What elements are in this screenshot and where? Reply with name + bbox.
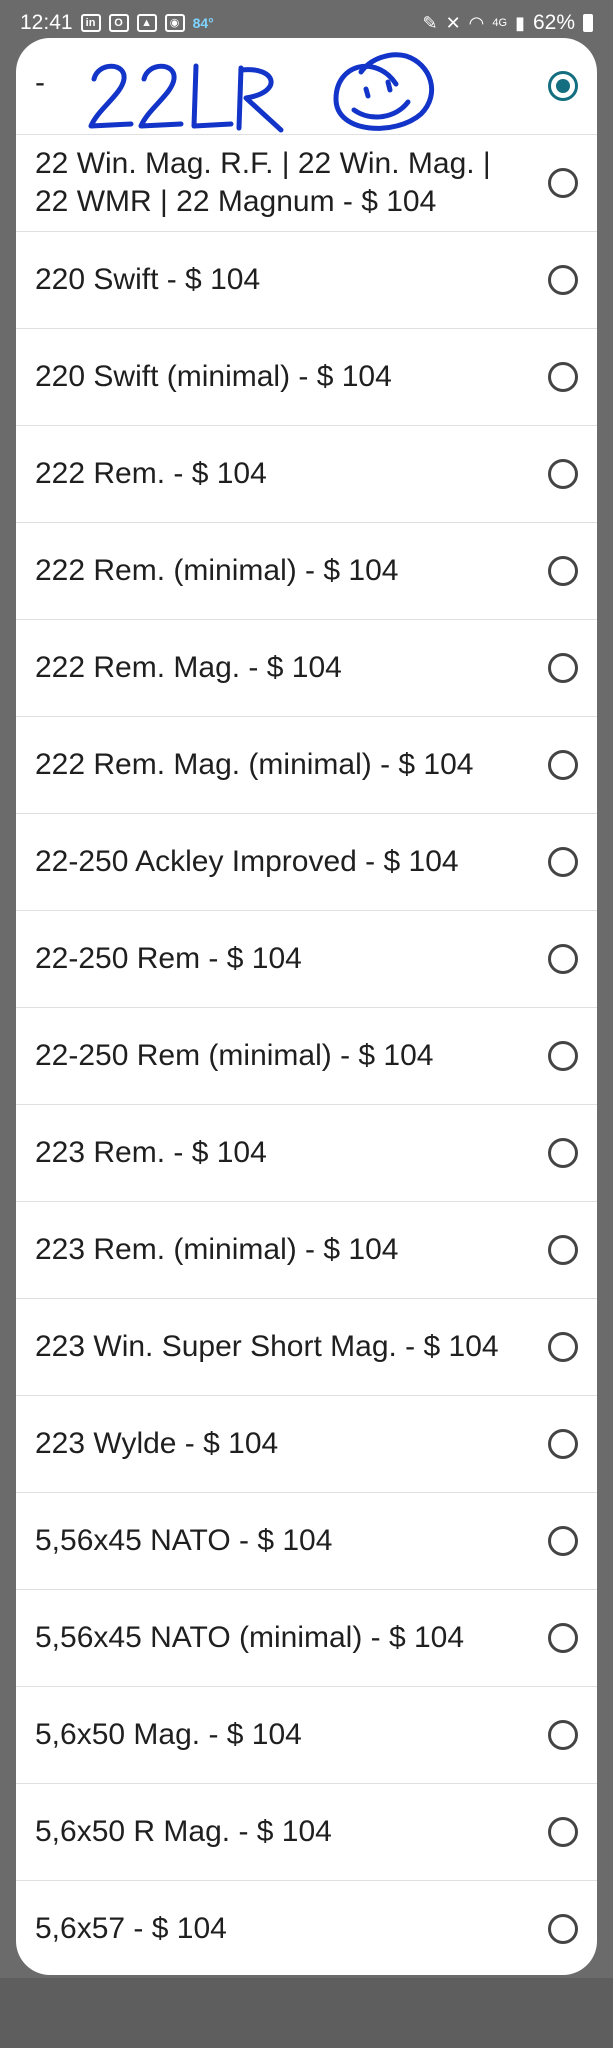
radio-button[interactable]: [548, 1041, 578, 1071]
radio-button[interactable]: [548, 750, 578, 780]
option-label: 223 Wylde - $ 104: [35, 1427, 279, 1460]
wifi-icon: ◠: [468, 13, 485, 33]
radio-button[interactable]: [548, 1138, 578, 1168]
option-item[interactable]: 5,6x50 R Mag. - $ 104: [16, 1784, 597, 1881]
option-label: 22-250 Ackley Improved - $ 104: [35, 845, 459, 878]
option-item[interactable]: 223 Rem. (minimal) - $ 104: [16, 1202, 597, 1299]
option-item[interactable]: 5,56x45 NATO - $ 104: [16, 1493, 597, 1590]
app-icon: ◉: [164, 14, 185, 32]
background-bar: [0, 1978, 613, 2048]
option-item[interactable]: 223 Rem. - $ 104: [16, 1105, 597, 1202]
radio-button[interactable]: [548, 1332, 578, 1362]
mute-icon: ✕: [445, 13, 461, 33]
radio-button[interactable]: [548, 653, 578, 683]
option-item[interactable]: 5,6x50 Mag. - $ 104: [16, 1687, 597, 1784]
radio-button[interactable]: [548, 1623, 578, 1653]
option-item[interactable]: 223 Win. Super Short Mag. - $ 104: [16, 1299, 597, 1396]
radio-button[interactable]: [548, 168, 578, 198]
gallery-icon: ▲: [136, 14, 157, 32]
option-label: 220 Swift (minimal) - $ 104: [35, 360, 392, 393]
option-item[interactable]: 222 Rem. Mag. (minimal) - $ 104: [16, 717, 597, 814]
option-label: 5,56x45 NATO - $ 104: [35, 1524, 333, 1557]
option-label: 22-250 Rem - $ 104: [35, 942, 302, 975]
option-label: 222 Rem. Mag. - $ 104: [35, 651, 342, 684]
option-label: 22 Win. Mag. R.F. | 22 Win. Mag. | 22 WM…: [35, 147, 491, 218]
option-dialog: - 22 Win. Mag. R.F. | 22 Win. Mag. | 22 …: [16, 38, 597, 1975]
status-time: 12:41: [20, 11, 73, 34]
radio-selected[interactable]: [548, 71, 578, 101]
option-label: 222 Rem. - $ 104: [35, 457, 267, 490]
option-item[interactable]: 22-250 Rem - $ 104: [16, 911, 597, 1008]
option-label: 223 Rem. - $ 104: [35, 1136, 267, 1169]
option-label: 5,6x50 R Mag. - $ 104: [35, 1815, 332, 1848]
option-label: 5,6x50 Mag. - $ 104: [35, 1718, 302, 1751]
option-item[interactable]: 220 Swift (minimal) - $ 104: [16, 329, 597, 426]
radio-button[interactable]: [548, 847, 578, 877]
battery-percent: 62%: [532, 11, 575, 34]
option-label: 223 Win. Super Short Mag. - $ 104: [35, 1330, 499, 1363]
option-label: 220 Swift - $ 104: [35, 263, 261, 296]
signal-icon: ▮: [515, 13, 525, 33]
option-label: 222 Rem. Mag. (minimal) - $ 104: [35, 748, 474, 781]
outlook-icon: O: [108, 14, 129, 32]
battery-icon: [583, 14, 593, 32]
temperature-label: 84°: [192, 15, 214, 31]
option-label: 223 Rem. (minimal) - $ 104: [35, 1233, 399, 1266]
radio-button[interactable]: [548, 1817, 578, 1847]
option-label: 5,56x45 NATO (minimal) - $ 104: [35, 1621, 465, 1654]
option-item[interactable]: 22 Win. Mag. R.F. | 22 Win. Mag. | 22 WM…: [16, 135, 597, 232]
handwritten-22lr-drawing: [88, 52, 435, 133]
option-item-selected[interactable]: -: [16, 38, 597, 135]
radio-button[interactable]: [548, 944, 578, 974]
option-item[interactable]: 5,56x45 NATO (minimal) - $ 104: [16, 1590, 597, 1687]
option-item[interactable]: 222 Rem. (minimal) - $ 104: [16, 523, 597, 620]
radio-button[interactable]: [548, 362, 578, 392]
option-label: 5,6x57 - $ 104: [35, 1912, 227, 1945]
status-left: 12:41 in O ▲ ◉ 84°: [20, 11, 214, 35]
radio-button[interactable]: [548, 1526, 578, 1556]
radio-button[interactable]: [548, 1720, 578, 1750]
option-item[interactable]: 5,6x57 - $ 104: [16, 1881, 597, 1975]
option-item[interactable]: 220 Swift - $ 104: [16, 232, 597, 329]
option-item[interactable]: 22-250 Rem (minimal) - $ 104: [16, 1008, 597, 1105]
radio-button[interactable]: [548, 1914, 578, 1944]
option-label: 22-250 Rem (minimal) - $ 104: [35, 1039, 434, 1072]
option-item[interactable]: 223 Wylde - $ 104: [16, 1396, 597, 1493]
option-label: 222 Rem. (minimal) - $ 104: [35, 554, 399, 587]
option-item[interactable]: 222 Rem. - $ 104: [16, 426, 597, 523]
radio-button[interactable]: [548, 459, 578, 489]
radio-button[interactable]: [548, 1429, 578, 1459]
option-item[interactable]: 22-250 Ackley Improved - $ 104: [16, 814, 597, 911]
radio-button[interactable]: [548, 556, 578, 586]
radio-button[interactable]: [548, 1235, 578, 1265]
status-right: ✎ ✕ ◠ 4G ▮ 62%: [422, 11, 593, 35]
linkedin-icon: in: [80, 14, 101, 32]
pen-icon: ✎: [422, 13, 438, 33]
option-item[interactable]: 222 Rem. Mag. - $ 104: [16, 620, 597, 717]
lte-icon: 4G: [492, 16, 508, 29]
radio-button[interactable]: [548, 265, 578, 295]
